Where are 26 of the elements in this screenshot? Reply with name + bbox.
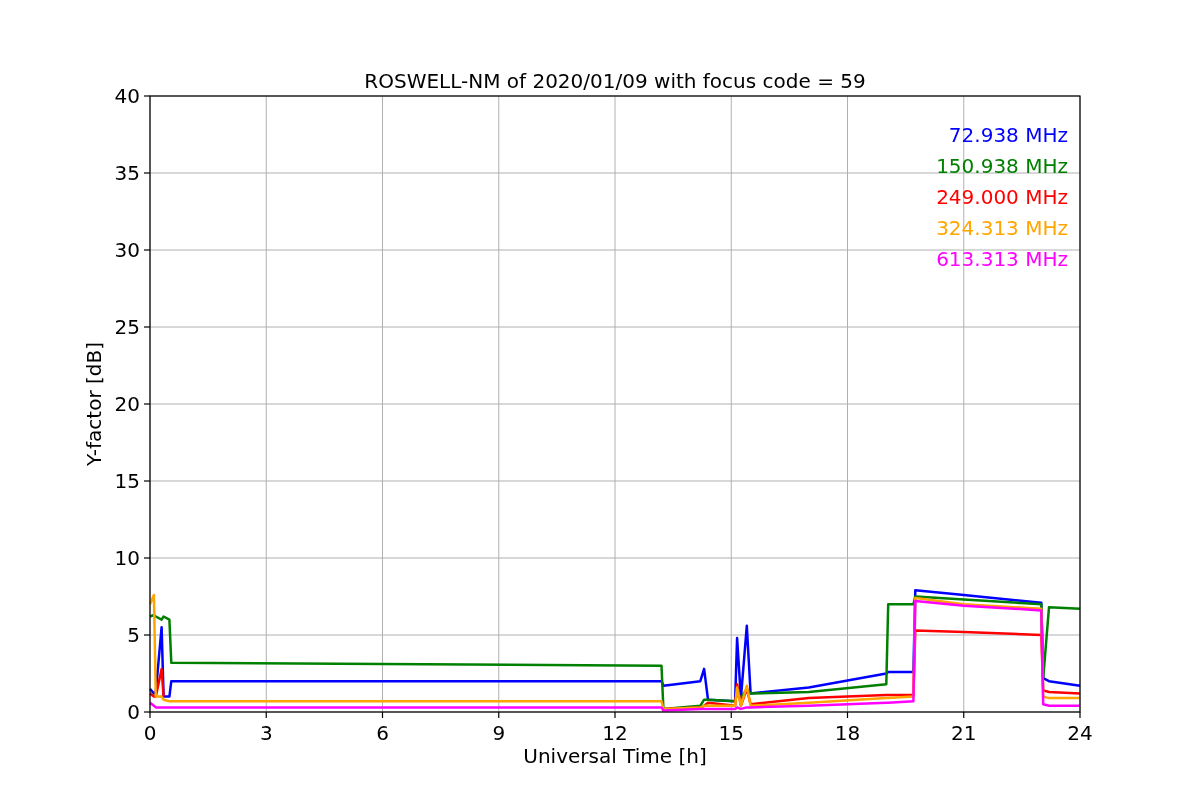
y-tick-label: 0 bbox=[127, 700, 140, 724]
y-tick-label: 40 bbox=[114, 84, 140, 108]
x-tick-label: 15 bbox=[718, 721, 744, 745]
legend-label: 613.313 MHz bbox=[936, 247, 1068, 271]
legend-label: 72.938 MHz bbox=[948, 123, 1068, 147]
y-tick-label: 5 bbox=[127, 623, 140, 647]
legend-label: 324.313 MHz bbox=[936, 216, 1068, 240]
x-tick-label: 9 bbox=[492, 721, 506, 745]
y-tick-label: 25 bbox=[114, 315, 140, 339]
x-tick-label: 3 bbox=[259, 721, 273, 745]
chart-title: ROSWELL-NM of 2020/01/09 with focus code = 59 bbox=[364, 69, 866, 93]
y-tick-label: 10 bbox=[114, 546, 140, 570]
x-axis-label: Universal Time [h] bbox=[523, 744, 707, 768]
x-tick-label: 18 bbox=[834, 721, 861, 745]
x-tick-label: 21 bbox=[951, 721, 977, 745]
x-tick-label: 24 bbox=[1067, 721, 1093, 745]
y-tick-label: 35 bbox=[114, 161, 140, 185]
legend-label: 150.938 MHz bbox=[936, 154, 1068, 178]
y-axis-label: Y-factor [dB] bbox=[82, 342, 106, 466]
legend-label: 249.000 MHz bbox=[936, 185, 1068, 209]
x-tick-label: 6 bbox=[376, 721, 389, 745]
x-tick-label: 0 bbox=[143, 721, 157, 745]
y-tick-label: 15 bbox=[114, 469, 140, 493]
y-tick-label: 20 bbox=[114, 392, 140, 416]
y-tick-label: 30 bbox=[114, 238, 140, 262]
x-tick-label: 12 bbox=[602, 721, 628, 745]
